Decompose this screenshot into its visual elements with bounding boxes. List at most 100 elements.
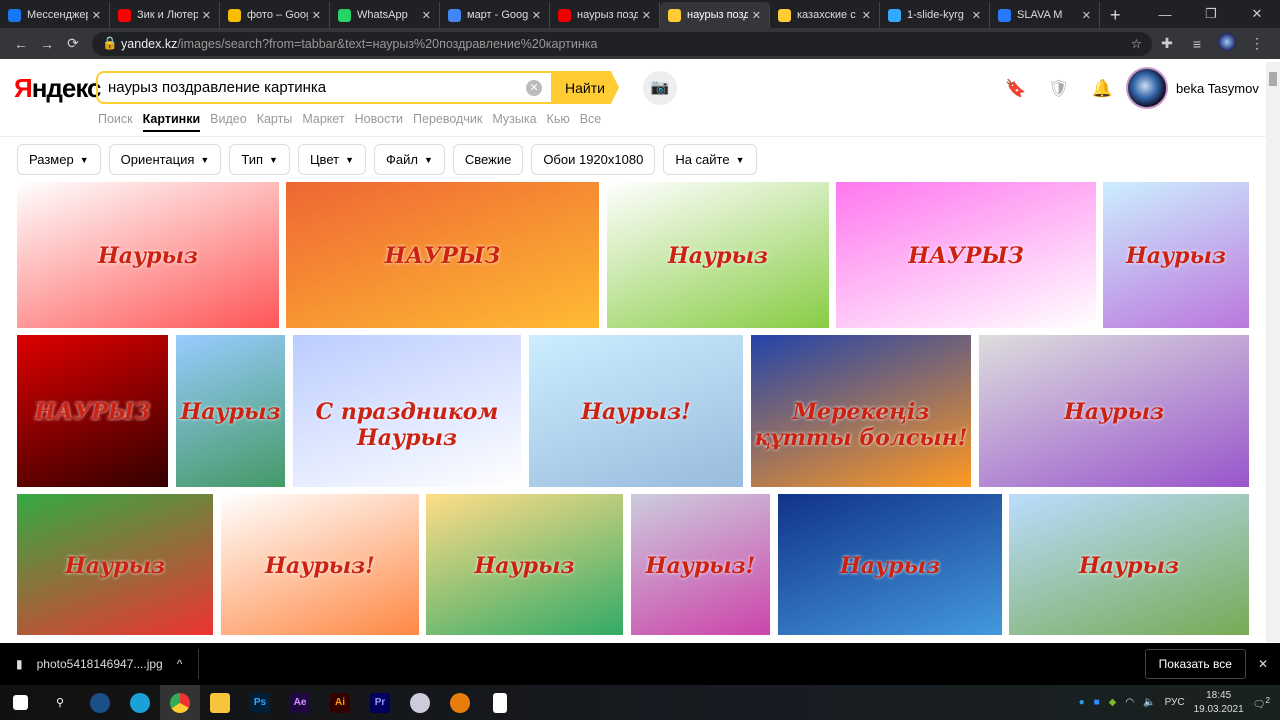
service-link[interactable]: Новости [355, 112, 403, 132]
url-field[interactable]: 🔒 yandex.kz/images/search?from=tabbar&te… [92, 31, 1152, 56]
find-button[interactable]: Найти [551, 71, 619, 104]
camera-search-icon[interactable]: 📷 [643, 71, 677, 105]
user-profile[interactable]: beka Tasymov [1126, 67, 1259, 109]
show-all-button[interactable]: Показать все [1144, 649, 1246, 679]
close-tab-icon[interactable]: ✕ [752, 9, 761, 22]
minimize-icon[interactable]: — [1142, 7, 1188, 22]
browser-tab[interactable]: казахские с ✕ [770, 2, 880, 28]
start-icon[interactable] [0, 685, 40, 720]
image-thumbnail[interactable]: Наурыз [979, 335, 1249, 487]
close-tab-icon[interactable]: ✕ [862, 9, 871, 22]
reload-icon[interactable]: ⟳ [60, 35, 86, 52]
browser-tab[interactable]: Мессенджер ✕ [0, 2, 110, 28]
collections-icon[interactable]: 🔖 [1005, 79, 1026, 99]
service-link[interactable]: Кью [547, 112, 570, 132]
close-tab-icon[interactable]: ✕ [642, 9, 651, 22]
image-thumbnail[interactable]: НАУРЫЗ [286, 182, 599, 328]
service-link[interactable]: Картинки [142, 112, 201, 132]
image-thumbnail[interactable]: Наурыз [778, 494, 1002, 635]
new-tab-button[interactable]: + [1100, 2, 1131, 28]
close-tab-icon[interactable]: ✕ [422, 9, 431, 22]
browser-tab[interactable]: наурыз позд ✕ [660, 2, 770, 28]
after-effects-icon[interactable]: Ae [280, 685, 320, 720]
blender-icon[interactable] [440, 685, 480, 720]
download-item[interactable]: ▮ photo5418146947....jpg ^ [0, 649, 200, 679]
steam-icon[interactable] [80, 685, 120, 720]
notifications-icon[interactable]: 🗨2 [1253, 695, 1270, 710]
close-tab-icon[interactable]: ✕ [312, 9, 321, 22]
image-thumbnail[interactable]: Наурыз [17, 494, 213, 635]
filter-button[interactable]: Файл ▼ [374, 144, 445, 175]
service-link[interactable]: Карты [257, 112, 293, 132]
yandex-logo[interactable]: Яндекс [14, 73, 101, 104]
browser-tab[interactable]: Зик и Лютер ✕ [110, 2, 220, 28]
browser-tab[interactable]: фото – Google✕ [220, 2, 330, 28]
service-link[interactable]: Музыка [492, 112, 536, 132]
image-thumbnail[interactable]: С праздником Наурыз [293, 335, 521, 487]
filter-button[interactable]: Тип ▼ [229, 144, 290, 175]
service-link[interactable]: Видео [210, 112, 247, 132]
reading-list-icon[interactable]: ≡ [1182, 36, 1212, 52]
profile-icon[interactable] [1212, 33, 1242, 54]
close-window-icon[interactable]: ✕ [1234, 6, 1280, 22]
clock[interactable]: 18:45 19.03.2021 [1194, 689, 1244, 717]
image-thumbnail[interactable]: НАУРЫЗ [836, 182, 1096, 328]
service-link[interactable]: Переводчик [413, 112, 482, 132]
filter-button[interactable]: Обои 1920x1080 [531, 144, 656, 175]
chevron-up-icon[interactable]: ^ [177, 657, 183, 671]
service-link[interactable]: Все [580, 112, 602, 132]
telegram-icon[interactable]: ● [1079, 697, 1085, 708]
close-tab-icon[interactable]: ✕ [972, 9, 981, 22]
close-tab-icon[interactable]: ✕ [532, 9, 541, 22]
image-thumbnail[interactable]: Мерекеңіз құтты болсын! [751, 335, 971, 487]
cinema4d-icon[interactable] [400, 685, 440, 720]
browser-tab[interactable]: WhatsApp ✕ [330, 2, 440, 28]
back-icon[interactable]: ← [8, 36, 34, 52]
browser-tab[interactable]: 1-slide-kyrg ✕ [880, 2, 990, 28]
scrollbar[interactable] [1266, 62, 1280, 642]
clear-icon[interactable]: ✕ [526, 80, 542, 96]
photoshop-icon[interactable]: Ps [240, 685, 280, 720]
zoom-icon[interactable]: ■ [1094, 697, 1100, 708]
close-tab-icon[interactable]: ✕ [202, 9, 211, 22]
shield-icon[interactable]: 🛡 [1048, 79, 1070, 99]
nvidia-icon[interactable]: ◆ [1109, 697, 1117, 708]
illustrator-icon[interactable]: Ai [320, 685, 360, 720]
close-icon[interactable]: ✕ [1246, 657, 1280, 671]
close-tab-icon[interactable]: ✕ [92, 9, 101, 22]
image-thumbnail[interactable]: НАУРЫЗ [17, 335, 168, 487]
image-thumbnail[interactable]: Наурыз [607, 182, 829, 328]
image-thumbnail[interactable]: Наурыз! [529, 335, 743, 487]
filter-button[interactable]: Свежие [452, 144, 524, 175]
forward-icon[interactable]: → [34, 36, 60, 52]
service-link[interactable]: Поиск [98, 112, 133, 132]
network-icon[interactable]: ◠ [1125, 697, 1134, 708]
service-link[interactable]: Маркет [302, 112, 344, 132]
filter-button[interactable]: Ориентация ▼ [108, 144, 222, 175]
image-thumbnail[interactable]: Наурыз [1103, 182, 1249, 328]
image-thumbnail[interactable]: Наурыз [17, 182, 279, 328]
browser-tab[interactable]: SLAVA M ✕ [990, 2, 1100, 28]
chrome-icon[interactable] [160, 685, 200, 720]
image-thumbnail[interactable]: Наурыз [176, 335, 285, 487]
search-input[interactable]: наурыз поздравление картинка ✕ [96, 71, 554, 104]
edge-icon[interactable] [120, 685, 160, 720]
browser-tab[interactable]: наурыз позд ✕ [550, 2, 660, 28]
filter-button[interactable]: Цвет ▼ [297, 144, 366, 175]
document-icon[interactable] [480, 685, 520, 720]
image-thumbnail[interactable]: Наурыз [426, 494, 623, 635]
filter-button[interactable]: Размер ▼ [17, 144, 101, 175]
bookmark-star-icon[interactable]: ☆ [1131, 36, 1142, 51]
file-explorer-icon[interactable] [200, 685, 240, 720]
bell-icon[interactable]: 🔔 [1092, 79, 1113, 99]
volume-icon[interactable]: 🔈 [1143, 697, 1155, 708]
image-thumbnail[interactable]: Наурыз! [631, 494, 770, 635]
close-tab-icon[interactable]: ✕ [1082, 9, 1091, 22]
menu-icon[interactable]: ⋮ [1242, 35, 1272, 52]
image-thumbnail[interactable]: Наурыз [1009, 494, 1249, 635]
filter-button[interactable]: На сайте ▼ [663, 144, 757, 175]
language-indicator[interactable]: РУС [1165, 697, 1185, 708]
extensions-icon[interactable]: ✚ [1152, 35, 1182, 52]
browser-tab[interactable]: март - Google✕ [440, 2, 550, 28]
search-icon[interactable]: ⚲ [40, 685, 80, 720]
